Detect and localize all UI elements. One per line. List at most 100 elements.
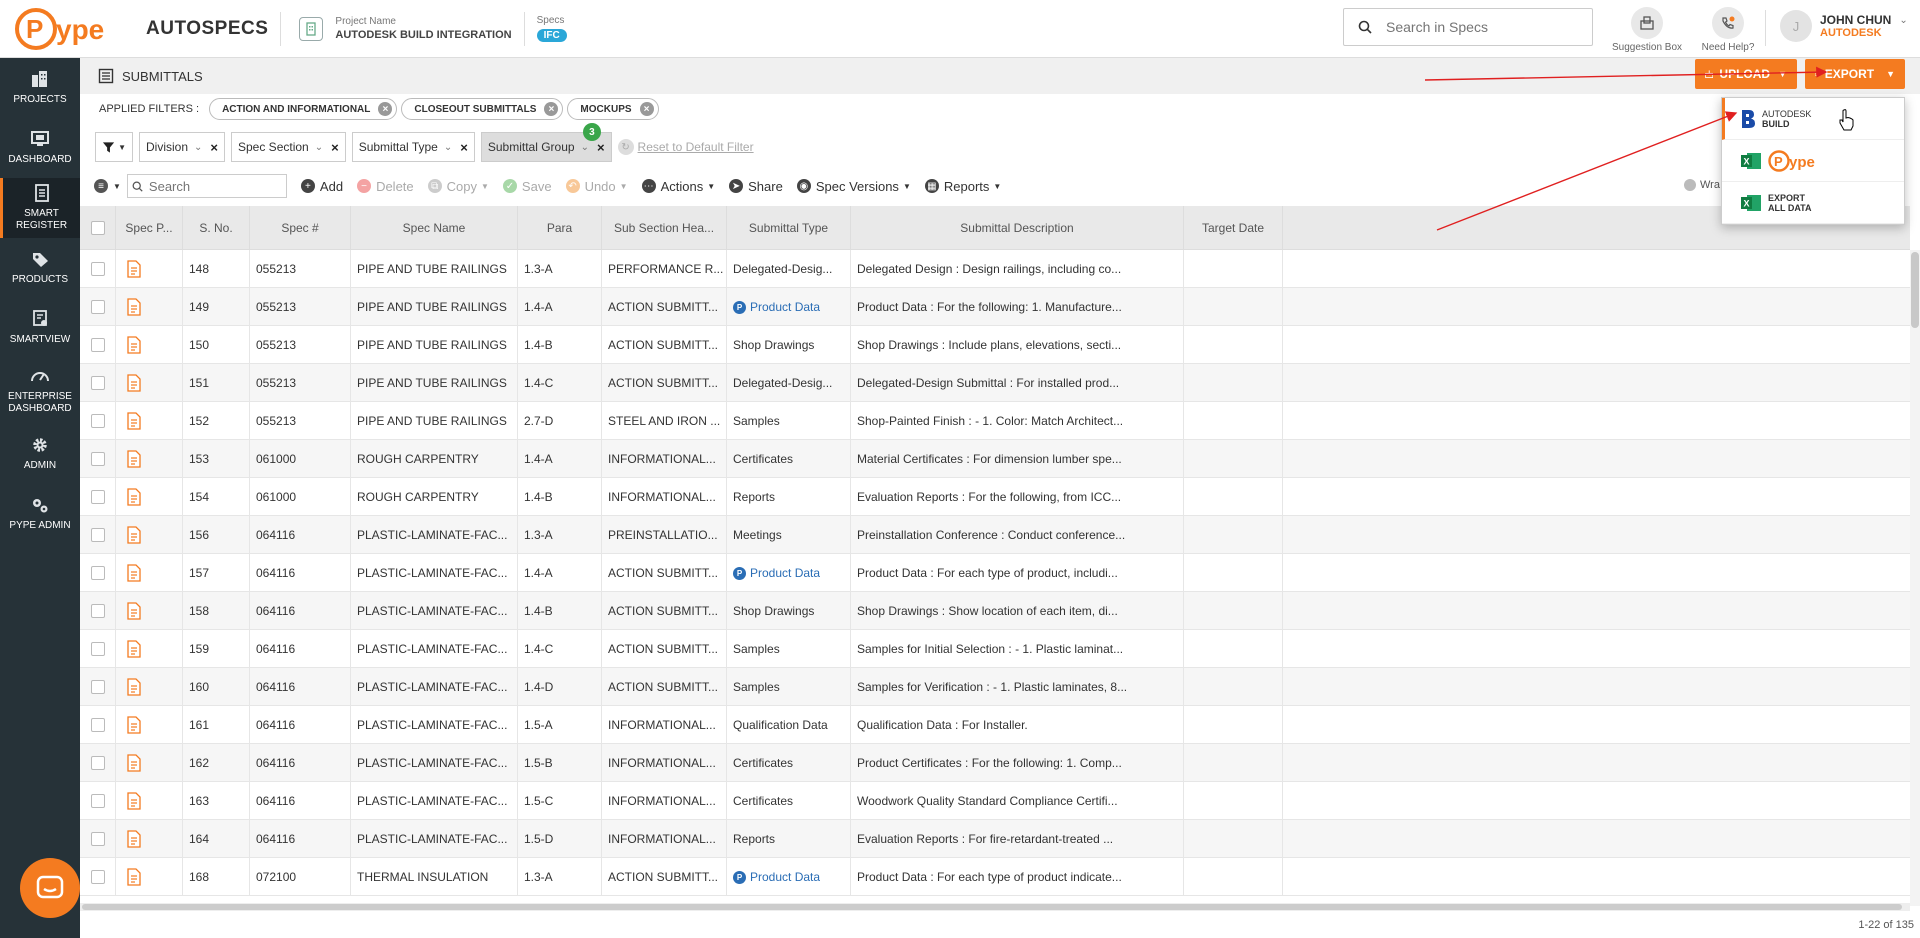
target-date-cell[interactable] <box>1184 516 1283 554</box>
table-cell[interactable]: 153 <box>183 440 250 478</box>
wrap-toggle[interactable]: Wra <box>1684 179 1720 191</box>
table-cell[interactable]: 055213 <box>250 250 351 288</box>
table-cell[interactable]: 1.3-A <box>518 250 602 288</box>
row-checkbox[interactable] <box>90 376 105 390</box>
table-cell[interactable]: Delegated-Desig... <box>727 250 851 288</box>
target-date-cell[interactable] <box>1184 402 1283 440</box>
document-icon[interactable] <box>126 754 142 772</box>
need-help[interactable]: Need Help? <box>1688 7 1768 53</box>
document-icon[interactable] <box>126 678 142 696</box>
table-cell[interactable]: PLASTIC-LAMINATE-FAC... <box>351 782 518 820</box>
table-cell[interactable]: Product Data : For each type of product,… <box>851 554 1184 592</box>
close-icon[interactable]: × <box>544 102 559 116</box>
table-cell[interactable]: 064116 <box>250 744 351 782</box>
table-cell[interactable]: ACTION SUBMITT... <box>602 364 727 402</box>
copy-button[interactable]: ⧉ Copy ▼ <box>427 179 489 194</box>
target-date-cell[interactable] <box>1184 478 1283 516</box>
document-icon[interactable] <box>126 526 142 544</box>
table-cell[interactable]: 055213 <box>250 326 351 364</box>
vertical-scrollbar[interactable] <box>1910 250 1920 906</box>
pype-logo[interactable]: P ype <box>14 7 126 51</box>
table-cell[interactable]: 055213 <box>250 288 351 326</box>
table-cell[interactable]: PERFORMANCE R... <box>602 250 727 288</box>
sidebar-item-projects[interactable]: PROJECTS <box>0 58 80 118</box>
target-date-cell[interactable] <box>1184 250 1283 288</box>
column-header[interactable]: Spec P... <box>116 206 183 250</box>
product-data-link[interactable]: Product Data <box>750 870 820 884</box>
target-date-cell[interactable] <box>1184 440 1283 478</box>
sidebar-item-smartview[interactable]: SMARTVIEW <box>0 298 80 358</box>
table-cell[interactable]: Material Certificates : For dimension lu… <box>851 440 1184 478</box>
table-cell[interactable]: 1.4-C <box>518 630 602 668</box>
document-icon[interactable] <box>126 868 142 886</box>
column-header[interactable]: Para <box>518 206 602 250</box>
filter-chip[interactable]: MOCKUPS × <box>567 98 659 120</box>
table-row[interactable]: 159 064116 PLASTIC-LAMINATE-FAC... 1.4-C ACT… <box>80 630 1910 668</box>
table-cell[interactable]: 156 <box>183 516 250 554</box>
target-date-cell[interactable] <box>1184 630 1283 668</box>
undo-button[interactable]: ↶ Undo ▼ <box>565 179 628 194</box>
table-cell[interactable]: 1.4-B <box>518 592 602 630</box>
row-checkbox[interactable] <box>90 300 105 314</box>
table-row[interactable]: 151 055213 PIPE AND TUBE RAILINGS 1.4-C ACTI… <box>80 364 1910 402</box>
table-cell[interactable]: PIPE AND TUBE RAILINGS <box>351 364 518 402</box>
row-checkbox[interactable] <box>90 794 105 808</box>
table-cell[interactable]: ACTION SUBMITT... <box>602 858 727 896</box>
target-date-cell[interactable] <box>1184 706 1283 744</box>
table-cell[interactable]: 1.3-A <box>518 516 602 554</box>
table-cell[interactable]: INFORMATIONAL... <box>602 744 727 782</box>
upload-button[interactable]: UPLOAD ▼ <box>1695 59 1797 89</box>
table-cell[interactable]: 162 <box>183 744 250 782</box>
table-cell[interactable]: PREINSTALLATIO... <box>602 516 727 554</box>
table-cell[interactable]: 163 <box>183 782 250 820</box>
document-icon[interactable] <box>126 336 142 354</box>
table-cell[interactable]: 064116 <box>250 516 351 554</box>
sidebar-item-enterprise-dashboard[interactable]: ENTERPRISE DASHBOARD <box>0 358 80 424</box>
document-icon[interactable] <box>126 260 142 278</box>
document-icon[interactable] <box>126 602 142 620</box>
spec-versions-menu[interactable]: ◉ Spec Versions ▼ <box>796 179 911 194</box>
document-icon[interactable] <box>126 564 142 582</box>
specs-info[interactable]: Specs IFC <box>536 15 567 42</box>
grid-search-input[interactable] <box>148 178 279 194</box>
table-cell[interactable]: 164 <box>183 820 250 858</box>
row-checkbox[interactable] <box>90 718 105 732</box>
reports-menu[interactable]: ▦ Reports ▼ <box>924 179 1001 194</box>
table-cell[interactable]: 1.4-A <box>518 288 602 326</box>
table-cell[interactable]: INFORMATIONAL... <box>602 478 727 516</box>
table-cell[interactable]: 151 <box>183 364 250 402</box>
table-cell[interactable]: Samples for Initial Selection : - 1. Pla… <box>851 630 1184 668</box>
row-checkbox[interactable] <box>90 490 105 504</box>
table-cell[interactable]: Samples <box>727 668 851 706</box>
column-menu-button[interactable]: ≡ ▼ <box>94 179 121 193</box>
sidebar-item-products[interactable]: PRODUCTS <box>0 238 80 298</box>
table-cell[interactable]: THERMAL INSULATION <box>351 858 518 896</box>
table-cell[interactable]: 150 <box>183 326 250 364</box>
table-row[interactable]: 160 064116 PLASTIC-LAMINATE-FAC... 1.4-D ACT… <box>80 668 1910 706</box>
table-row[interactable]: 152 055213 PIPE AND TUBE RAILINGS 2.7-D STEE… <box>80 402 1910 440</box>
close-icon[interactable]: × <box>331 140 339 155</box>
column-header[interactable]: Submittal Description <box>851 206 1184 250</box>
target-date-cell[interactable] <box>1184 364 1283 402</box>
column-header[interactable]: S. No. <box>183 206 250 250</box>
table-cell[interactable]: 064116 <box>250 706 351 744</box>
table-cell[interactable]: 168 <box>183 858 250 896</box>
row-checkbox[interactable] <box>90 528 105 542</box>
row-checkbox[interactable] <box>90 262 105 276</box>
table-cell[interactable]: Shop Drawings <box>727 592 851 630</box>
project-info[interactable]: Project Name AUTODESK BUILD INTEGRATION <box>335 16 511 41</box>
table-row[interactable]: 157 064116 PLASTIC-LAMINATE-FAC... 1.4-A ACT… <box>80 554 1910 592</box>
table-cell[interactable]: ROUGH CARPENTRY <box>351 478 518 516</box>
table-cell[interactable]: PIPE AND TUBE RAILINGS <box>351 402 518 440</box>
close-icon[interactable]: × <box>597 140 605 155</box>
table-cell[interactable]: 1.5-B <box>518 744 602 782</box>
table-cell[interactable]: Product Data : For the following: 1. Man… <box>851 288 1184 326</box>
target-date-cell[interactable] <box>1184 668 1283 706</box>
table-cell[interactable]: Certificates <box>727 782 851 820</box>
table-cell[interactable]: 061000 <box>250 440 351 478</box>
table-cell[interactable]: 064116 <box>250 668 351 706</box>
table-cell[interactable]: P Product Data <box>727 858 851 896</box>
search-input[interactable] <box>1386 19 1576 35</box>
table-cell[interactable]: PLASTIC-LAMINATE-FAC... <box>351 820 518 858</box>
document-icon[interactable] <box>126 830 142 848</box>
